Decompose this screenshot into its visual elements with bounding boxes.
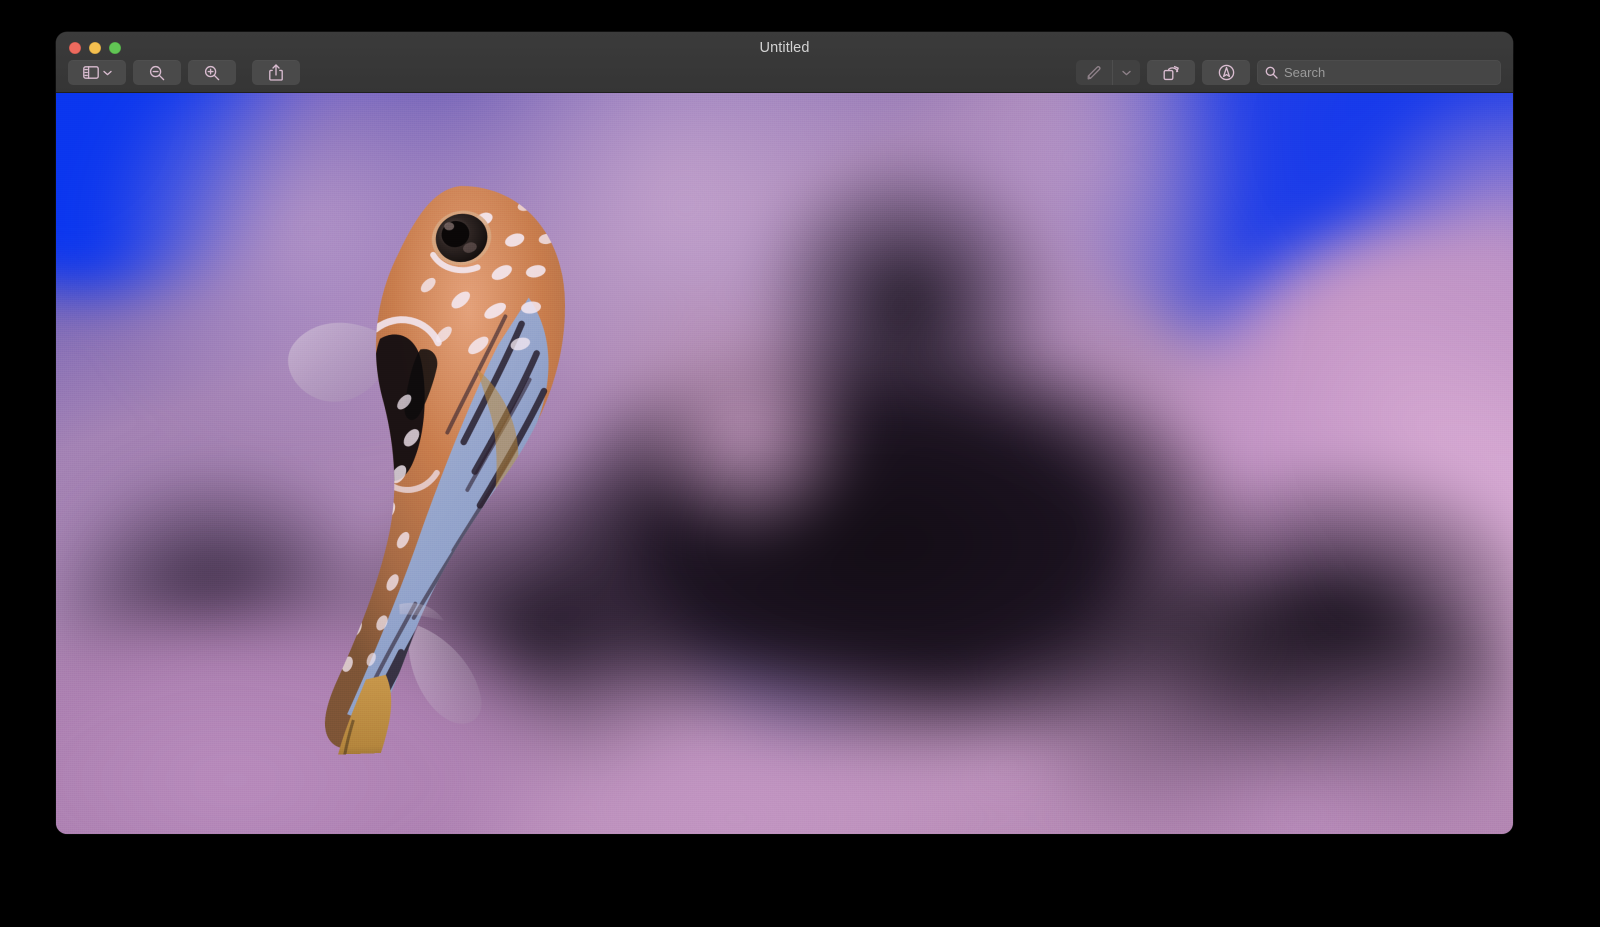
close-button[interactable] <box>69 42 81 54</box>
markup-chevron-button[interactable] <box>1113 60 1140 85</box>
search-input[interactable]: Search <box>1257 60 1501 85</box>
share-icon <box>269 64 283 81</box>
minimize-button[interactable] <box>89 42 101 54</box>
zoom-in-icon <box>204 65 220 81</box>
search-placeholder: Search <box>1284 66 1325 79</box>
view-options-button[interactable] <box>68 60 126 85</box>
share-button[interactable] <box>252 60 300 85</box>
screen: Untitled <box>0 0 1600 927</box>
chevron-down-icon <box>1122 70 1131 76</box>
markup-button-group[interactable] <box>1076 60 1140 85</box>
window-titlebar: Untitled <box>56 32 1513 93</box>
search-icon <box>1265 66 1278 79</box>
zoom-in-button[interactable] <box>188 60 236 85</box>
rotate-icon <box>1163 65 1180 81</box>
pufferfish-subject <box>224 144 645 758</box>
maximize-button[interactable] <box>109 42 121 54</box>
annotate-icon <box>1218 64 1235 81</box>
markup-button[interactable] <box>1076 60 1113 85</box>
toolbar-right-group: Search <box>1076 60 1501 85</box>
toolbar-left-group <box>68 60 300 85</box>
annotate-button[interactable] <box>1202 60 1250 85</box>
window-title: Untitled <box>56 40 1513 56</box>
preview-window: Untitled <box>56 32 1513 834</box>
markup-pen-icon <box>1086 65 1102 81</box>
zoom-out-icon <box>149 65 165 81</box>
sidebar-icon <box>83 66 99 79</box>
chevron-down-icon <box>103 70 112 76</box>
zoom-out-button[interactable] <box>133 60 181 85</box>
image-canvas[interactable] <box>56 93 1513 834</box>
traffic-lights <box>69 42 121 54</box>
rotate-button[interactable] <box>1147 60 1195 85</box>
